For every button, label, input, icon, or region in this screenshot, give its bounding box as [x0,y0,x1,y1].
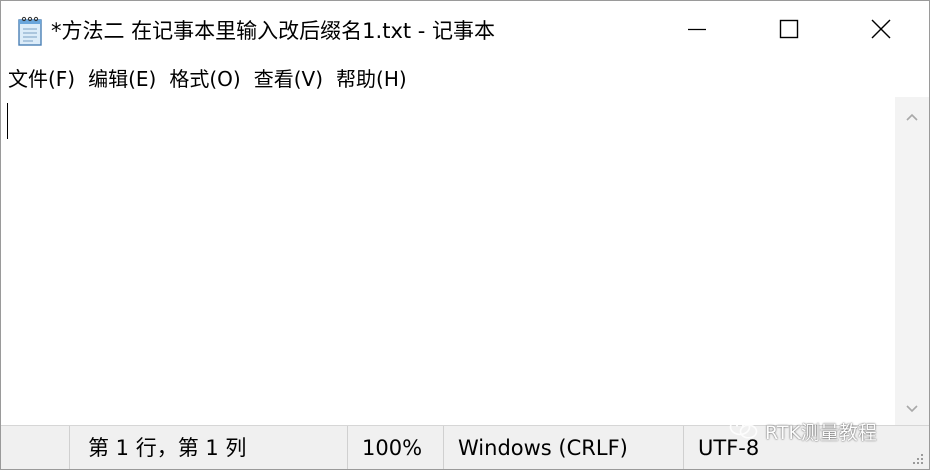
scroll-up-button[interactable] [895,99,929,133]
vertical-scrollbar[interactable] [895,97,929,425]
window-title: *方法二 在记事本里输入改后缀名1.txt - 记事本 [51,19,496,43]
maximize-icon [779,19,799,43]
notepad-window: *方法二 在记事本里输入改后缀名1.txt - 记事本 文件(F) 编辑(E) … [0,0,930,470]
text-caret [7,103,8,139]
minimize-icon [687,19,707,43]
menu-view[interactable]: 查看(V) [247,63,329,95]
line-ending: Windows (CRLF) [443,426,683,469]
menu-file[interactable]: 文件(F) [1,63,81,95]
zoom-level: 100% [347,426,443,469]
cursor-position: 第 1 行，第 1 列 [69,426,347,469]
watermark-text: RTK测量教程 [765,421,877,444]
menu-format[interactable]: 格式(O) [162,63,246,95]
minimize-button[interactable] [651,1,743,61]
maximize-button[interactable] [743,1,835,61]
scroll-down-button[interactable] [895,391,929,425]
resize-grip-icon[interactable] [909,450,925,466]
title-bar[interactable]: *方法二 在记事本里输入改后缀名1.txt - 记事本 [1,1,929,61]
wechat-icon [729,417,759,446]
text-editor[interactable] [1,97,895,425]
close-button[interactable] [835,1,927,61]
menu-edit[interactable]: 编辑(E) [81,63,162,95]
menu-bar: 文件(F) 编辑(E) 格式(O) 查看(V) 帮助(H) [1,61,929,97]
chevron-down-icon [905,399,919,418]
menu-help[interactable]: 帮助(H) [329,63,413,95]
watermark: RTK测量教程 [729,413,877,449]
chevron-up-icon [905,107,919,126]
notepad-icon [15,15,45,47]
close-icon [870,18,892,44]
